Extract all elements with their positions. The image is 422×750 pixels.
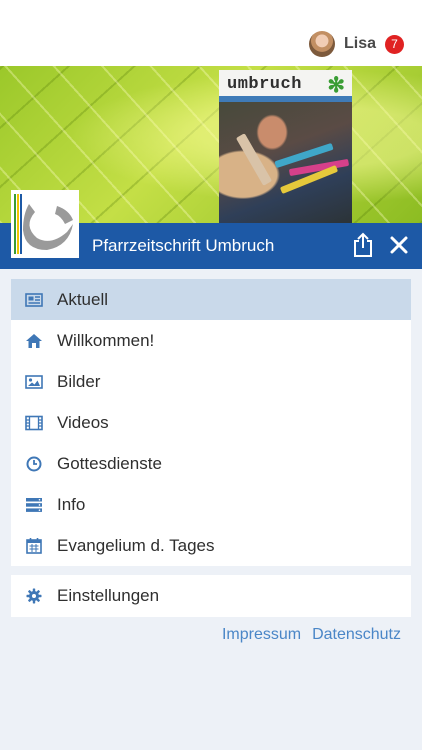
menu-item-label: Videos (57, 412, 109, 432)
magazine-cover: umbruch ✻ (219, 70, 352, 223)
menu-item-aktuell[interactable]: Aktuell (11, 279, 411, 320)
menu-item-gottesdienste[interactable]: Gottesdienste (11, 443, 411, 484)
magazine-photo (219, 102, 352, 223)
menu-item-videos[interactable]: Videos (11, 402, 411, 443)
menu-item-willkommen[interactable]: Willkommen! (11, 320, 411, 361)
magazine-logo-icon: ✻ (327, 74, 345, 97)
home-icon (25, 332, 43, 350)
main-menu: Aktuell Willkommen! Bilder Videos Gottes… (11, 279, 411, 566)
avatar[interactable] (308, 31, 335, 57)
page-title: Pfarrzeitschrift Umbruch (92, 236, 275, 255)
impressum-link[interactable]: Impressum (222, 626, 301, 644)
close-icon[interactable] (387, 233, 411, 257)
menu-item-bilder[interactable]: Bilder (11, 361, 411, 402)
top-bar: Lisa 7 (0, 0, 422, 66)
menu-item-einstellungen[interactable]: Einstellungen (11, 575, 411, 617)
film-icon (25, 414, 43, 432)
menu-item-label: Aktuell (57, 289, 109, 309)
datenschutz-link[interactable]: Datenschutz (312, 626, 401, 644)
menu-item-info[interactable]: Info (11, 484, 411, 525)
calendar-icon (25, 537, 43, 555)
menu-item-label: Einstellungen (57, 586, 160, 605)
footer-links: Impressum Datenschutz (222, 626, 401, 644)
menu-item-evangelium[interactable]: Evangelium d. Tages (11, 525, 411, 566)
logo-arc-icon (23, 204, 73, 250)
menu-item-label: Gottesdienste (57, 453, 162, 473)
newspaper-icon (25, 291, 43, 309)
app-logo (11, 190, 79, 258)
magazine-masthead: umbruch ✻ (219, 70, 352, 102)
magazine-title: umbruch (227, 75, 302, 94)
share-icon[interactable] (351, 232, 375, 258)
notification-badge[interactable]: 7 (385, 34, 404, 54)
user-profile[interactable]: Lisa 7 (308, 30, 404, 58)
menu-item-label: Evangelium d. Tages (57, 535, 215, 555)
menu-item-label: Info (57, 494, 86, 514)
menu-item-label: Willkommen! (57, 330, 155, 350)
clock-icon (25, 455, 43, 473)
server-list-icon (25, 496, 43, 514)
user-name[interactable]: Lisa (344, 35, 376, 53)
gear-icon (25, 587, 43, 605)
menu-item-label: Bilder (57, 371, 101, 391)
image-icon (25, 373, 43, 391)
photo-detail (235, 133, 273, 186)
